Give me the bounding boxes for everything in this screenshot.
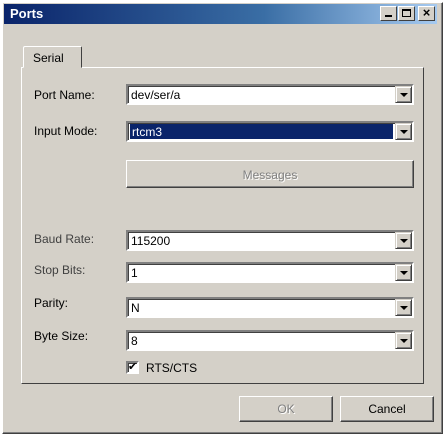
ok-button[interactable]: OK — [239, 396, 333, 422]
byte-size-label: Byte Size: — [34, 329, 89, 343]
chevron-down-icon[interactable] — [395, 264, 412, 281]
messages-button-label: Messages — [242, 168, 298, 182]
parity-select[interactable]: N — [126, 297, 414, 318]
byte-size-value: 8 — [131, 334, 138, 348]
input-mode-value: rtcm3 — [132, 125, 162, 139]
cancel-button-label: Cancel — [368, 402, 406, 416]
input-mode-select[interactable]: rtcm3 — [126, 121, 414, 142]
port-name-select[interactable]: dev/ser/a — [126, 84, 414, 105]
maximize-button[interactable] — [398, 6, 415, 21]
close-icon: × — [422, 5, 431, 20]
parity-label: Parity: — [34, 296, 69, 310]
maximize-icon — [402, 9, 411, 17]
minimize-button[interactable] — [380, 6, 397, 21]
title-bar[interactable]: Ports × — [4, 4, 437, 24]
byte-size-select[interactable]: 8 — [126, 330, 414, 351]
baud-rate-label: Baud Rate: — [34, 232, 95, 246]
chevron-down-icon[interactable] — [395, 332, 412, 349]
baud-rate-select[interactable]: 115200 — [126, 230, 414, 251]
messages-button[interactable]: Messages — [126, 160, 414, 188]
tab-serial[interactable]: Serial — [23, 46, 82, 68]
minimize-icon — [385, 15, 392, 17]
stop-bits-label: Stop Bits: — [34, 263, 86, 277]
parity-value: N — [131, 301, 140, 315]
tab-serial-label: Serial — [33, 51, 64, 65]
cancel-button[interactable]: Cancel — [340, 396, 434, 422]
rts-cts-label: RTS/CTS — [146, 361, 198, 375]
port-name-label: Port Name: — [34, 88, 95, 102]
port-name-value: dev/ser/a — [131, 88, 181, 102]
chevron-down-icon[interactable] — [395, 123, 412, 140]
input-mode-highlight: rtcm3 — [130, 124, 393, 139]
chevron-down-icon[interactable] — [395, 232, 412, 249]
close-button[interactable]: × — [418, 5, 435, 21]
chevron-down-icon[interactable] — [395, 86, 412, 103]
chevron-down-icon[interactable] — [395, 299, 412, 316]
rts-cts-checkbox[interactable] — [126, 360, 139, 374]
stop-bits-value: 1 — [131, 266, 138, 280]
baud-rate-value: 115200 — [131, 234, 171, 248]
window-title: Ports — [10, 6, 44, 21]
input-mode-label: Input Mode: — [34, 124, 98, 138]
ok-button-label: OK — [277, 402, 295, 416]
stop-bits-select[interactable]: 1 — [126, 262, 414, 283]
